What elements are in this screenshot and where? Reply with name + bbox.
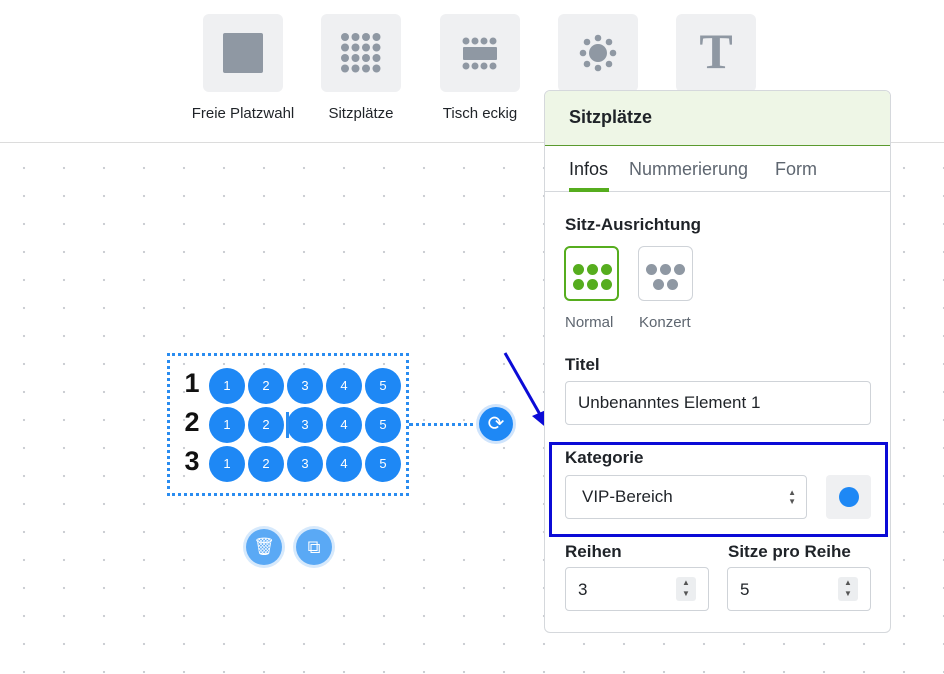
- tool-label: Sitzplätze: [328, 105, 394, 122]
- tool-tile: [203, 14, 283, 92]
- row-label: 3: [184, 446, 200, 476]
- rows-stepper[interactable]: ▲ ▼: [676, 577, 696, 601]
- rows-value: 3: [578, 580, 588, 599]
- rows-label: Reihen: [565, 542, 622, 561]
- title-label: Titel: [565, 355, 600, 374]
- properties-panel: Sitzplätze Infos Nummerierung Form Sitz-…: [544, 90, 891, 633]
- seat[interactable]: 3: [287, 446, 323, 482]
- delete-button[interactable]: 🗑: [246, 529, 282, 565]
- seats-per-row-label: Sitze pro Reihe: [728, 542, 851, 561]
- seat[interactable]: 1: [209, 407, 245, 443]
- orientation-label: Sitz-Ausrichtung: [565, 215, 701, 234]
- tool-round-table[interactable]: [538, 14, 658, 92]
- tab-nummerierung[interactable]: Nummerierung: [629, 159, 748, 180]
- seat-grid-icon: [341, 33, 381, 73]
- tool-free-seating[interactable]: Freie Platzwahl: [183, 14, 303, 122]
- seat[interactable]: 3: [287, 407, 323, 443]
- orientation-normal-label: Normal: [565, 314, 614, 331]
- square-icon: [223, 33, 263, 73]
- rect-table-icon: [462, 37, 497, 70]
- seat[interactable]: 3: [287, 368, 323, 404]
- text-icon: T: [699, 23, 733, 79]
- tool-tile: [321, 14, 401, 92]
- seat[interactable]: 4: [326, 446, 362, 482]
- rotate-connector: [409, 423, 481, 426]
- copy-icon: ⧉: [307, 537, 321, 557]
- round-table-icon: [579, 34, 617, 72]
- tab-form[interactable]: Form: [775, 159, 817, 180]
- seats-per-row-stepper[interactable]: ▲ ▼: [838, 577, 858, 601]
- resize-handle[interactable]: [286, 412, 289, 438]
- tool-tile: [558, 14, 638, 92]
- orientation-konzert-label: Konzert: [639, 314, 691, 331]
- tool-tile: [440, 14, 520, 92]
- seat[interactable]: 1: [209, 446, 245, 482]
- orientation-konzert-button[interactable]: [638, 246, 693, 301]
- tab-infos[interactable]: Infos: [569, 159, 608, 180]
- panel-title: Sitzplätze: [545, 91, 890, 146]
- tool-tile: T: [676, 14, 756, 92]
- seats-per-row-input[interactable]: 5 ▲ ▼: [727, 567, 871, 611]
- seat[interactable]: 5: [365, 368, 401, 404]
- row-label: 2: [184, 407, 200, 437]
- tool-rect-table[interactable]: Tisch eckig: [420, 14, 540, 122]
- seat[interactable]: 2: [248, 446, 284, 482]
- tool-text[interactable]: T: [656, 14, 776, 92]
- rows-input[interactable]: 3 ▲ ▼: [565, 567, 709, 611]
- seat[interactable]: 4: [326, 368, 362, 404]
- active-tab-indicator: [569, 188, 609, 192]
- tool-label: Tisch eckig: [442, 105, 518, 122]
- seat[interactable]: 5: [365, 446, 401, 482]
- tool-label: Freie Platzwahl: [191, 105, 295, 122]
- seats-per-row-value: 5: [740, 580, 750, 599]
- seat[interactable]: 2: [248, 407, 284, 443]
- seat[interactable]: 5: [365, 407, 401, 443]
- tool-seats[interactable]: Sitzplätze: [301, 14, 421, 122]
- category-highlight-box: [549, 442, 888, 537]
- panel-tabs: Infos Nummerierung Form: [545, 146, 890, 192]
- seat[interactable]: 4: [326, 407, 362, 443]
- duplicate-button[interactable]: ⧉: [296, 529, 332, 565]
- seat[interactable]: 1: [209, 368, 245, 404]
- seat[interactable]: 2: [248, 368, 284, 404]
- title-input[interactable]: [565, 381, 871, 425]
- rotate-icon[interactable]: ⟳: [479, 407, 513, 441]
- row-label: 1: [184, 368, 200, 398]
- orientation-normal-button[interactable]: [564, 246, 619, 301]
- trash-icon: 🗑: [253, 537, 275, 556]
